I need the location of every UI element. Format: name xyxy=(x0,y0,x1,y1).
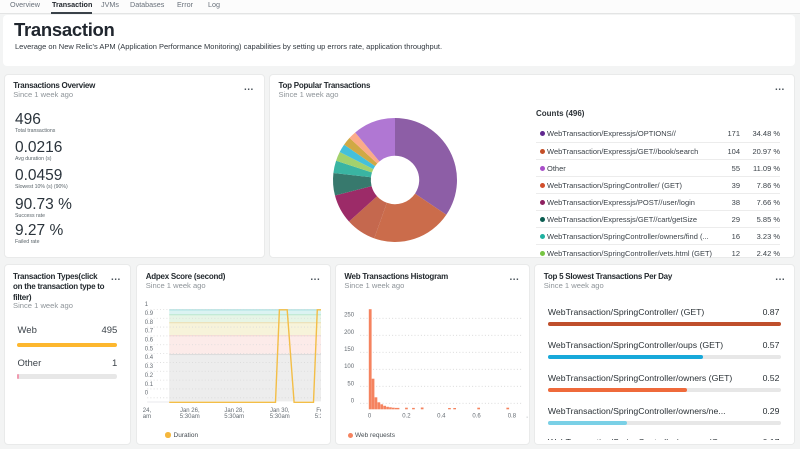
svg-text:0.2: 0.2 xyxy=(402,413,411,419)
svg-text:0.1: 0.1 xyxy=(145,382,154,388)
svg-text:0: 0 xyxy=(351,399,355,405)
svg-text:5:30am: 5:30am xyxy=(224,414,244,420)
svg-text:50: 50 xyxy=(347,381,354,387)
svg-text:0: 0 xyxy=(368,413,372,419)
svg-text:0.6: 0.6 xyxy=(145,338,154,344)
svg-text:0.4: 0.4 xyxy=(145,355,154,361)
svg-text:0.9: 0.9 xyxy=(145,311,154,317)
svg-text:0.8: 0.8 xyxy=(508,413,517,419)
svg-text:250: 250 xyxy=(344,313,355,319)
svg-text:0.8: 0.8 xyxy=(145,320,154,326)
svg-text:0.2: 0.2 xyxy=(145,373,154,379)
svg-text:am: am xyxy=(143,414,151,420)
svg-text:0.3: 0.3 xyxy=(145,364,154,370)
svg-text:0.7: 0.7 xyxy=(145,329,154,335)
svg-text:200: 200 xyxy=(344,330,355,336)
svg-text:0.5: 0.5 xyxy=(145,346,154,352)
svg-text:100: 100 xyxy=(344,364,355,370)
svg-text:5:30am: 5:30am xyxy=(180,414,200,420)
svg-text:0.6: 0.6 xyxy=(472,413,481,419)
svg-text:1: 1 xyxy=(145,302,149,308)
svg-text:0: 0 xyxy=(145,391,149,397)
svg-text:.: . xyxy=(526,413,528,419)
svg-text:150: 150 xyxy=(344,347,355,353)
svg-text:0.4: 0.4 xyxy=(437,413,446,419)
svg-text:5:30am: 5:30am xyxy=(270,414,290,420)
svg-text:5:30am: 5:30am xyxy=(315,414,321,420)
